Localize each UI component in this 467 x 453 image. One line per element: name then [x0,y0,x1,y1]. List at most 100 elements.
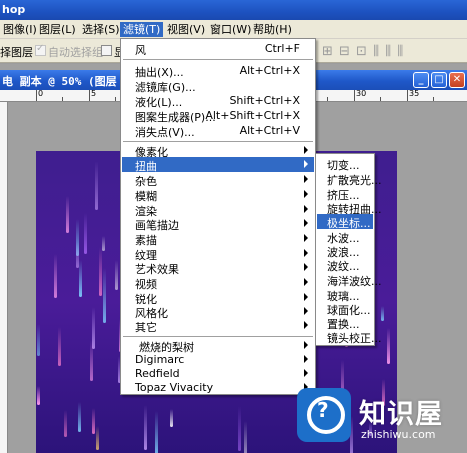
submenu-item-ocean-ripple[interactable]: 海洋波纹... [317,272,382,288]
menu-item-render[interactable]: 渲染 [122,202,314,218]
menu-item-label: 消失点(V)... [135,126,195,139]
submenu-item-polar-coordinates[interactable]: 极坐标... [317,214,373,230]
submenu-item-glass[interactable]: 玻璃... [317,287,373,303]
menu-item-distort[interactable]: 扭曲 [122,157,314,173]
menu-item-pattern-maker[interactable]: 图案生成器(P)... Alt+Shift+Ctrl+X [122,108,314,124]
menu-item-plugin-burning-pear[interactable]: 燃烧的梨树 [122,338,314,354]
menu-item-other[interactable]: 其它 [122,318,314,334]
menu-item-wind[interactable]: 风 Ctrl+F [122,41,314,57]
light-streak [95,161,98,210]
menu-item-label: Topaz Vivacity [135,381,214,394]
watermark-domain: zhishiwu.com [361,428,436,441]
submenu-item-ripple[interactable]: 波纹... [317,257,373,273]
submenu-arrow-icon [304,293,308,301]
menu-layer[interactable]: 图层(L) [36,22,79,37]
menu-window[interactable]: 窗口(W) [207,22,254,37]
menu-item-digimarc[interactable]: Digimarc [122,352,314,367]
submenu-item-wave[interactable]: 波浪... [317,243,373,259]
menu-item-noise[interactable]: 杂色 [122,172,314,188]
light-streak [155,411,158,453]
menu-item-label: 其它 [135,321,157,334]
question-bubble-icon [297,388,351,442]
align-icons[interactable]: ⊞ ⊟ ⊡ ⫼ ⫼ ⫼ [322,44,404,59]
app-title: hop [2,3,26,16]
ruler-number: 30 [356,89,367,98]
light-streak [170,409,173,427]
menu-item-label: Digimarc [135,353,185,366]
menu-item-label: Redfield [135,367,180,380]
submenu-arrow-icon [304,234,308,242]
light-streak [37,324,40,356]
light-streak [84,213,87,254]
menu-item-sharpen[interactable]: 锐化 [122,290,314,306]
submenu-arrow-icon [304,146,308,154]
submenu-arrow-icon [304,307,308,315]
menu-item-shortcut: Shift+Ctrl+X [229,94,300,107]
watermark-brand: 知识屋 [359,399,443,430]
menu-bar: 图像(I) 图层(L) 选择(S) 滤镜(T) 视图(V) 窗口(W) 帮助(H… [0,20,467,39]
submenu-arrow-icon [304,160,308,168]
submenu-item-zigzag[interactable]: 水波... [317,229,373,245]
submenu-item-diffuse-glow[interactable]: 扩散亮光... [317,171,382,187]
menu-item-vanishing-point[interactable]: 消失点(V)... Alt+Ctrl+V [122,123,314,139]
light-streak [144,405,147,450]
submenu-item-spherize[interactable]: 球面化... [317,301,373,317]
menu-item-redfield[interactable]: Redfield [122,366,314,381]
submenu-arrow-icon [304,219,308,227]
submenu-item-shear[interactable]: 切变... [317,156,373,172]
light-streak [99,247,102,296]
light-streak [66,196,69,233]
close-button[interactable]: ✕ [449,72,465,88]
menu-item-filter-gallery[interactable]: 滤镜库(G)... [122,78,314,94]
ruler-number: 5 [91,89,97,98]
ruler-number: 35 [409,89,420,98]
light-streak [76,242,79,268]
submenu-item-lens-correction[interactable]: 镜头校正... [317,329,382,345]
auto-select-group-checkbox[interactable] [35,43,46,56]
menu-item-brush-strokes[interactable]: 画笔描边 [122,216,314,232]
menu-filter[interactable]: 滤镜(T) [120,22,164,37]
show-transform-checkbox[interactable] [101,45,112,56]
menu-help[interactable]: 帮助(H) [250,22,295,37]
submenu-arrow-icon [304,369,308,377]
menu-item-texture[interactable]: 纹理 [122,246,314,262]
light-streak [102,236,105,251]
light-streak [54,254,57,298]
menu-item-artistic[interactable]: 艺术效果 [122,260,314,276]
light-streak [103,268,106,323]
light-streak [244,421,247,453]
menu-item-liquify[interactable]: 液化(L)... Shift+Ctrl+X [122,93,314,109]
menu-item-blur[interactable]: 模糊 [122,187,314,203]
submenu-item-pinch[interactable]: 挤压... [317,186,373,202]
submenu-arrow-icon [304,355,308,363]
distort-submenu: 切变... 扩散亮光... 挤压... 旋转扭曲... 极坐标... 水波...… [315,153,382,346]
menu-item-pixelate[interactable]: 像素化 [122,143,314,159]
submenu-arrow-icon [304,249,308,257]
submenu-arrow-icon [304,190,308,198]
menu-item-label: 镜头校正... [327,332,382,345]
menu-item-shortcut: Alt+Ctrl+X [239,64,300,77]
ruler-number: 0 [38,89,44,98]
menu-image[interactable]: 图像(I) [0,22,40,37]
submenu-item-displace[interactable]: 置换... [317,315,373,331]
light-streak [78,402,81,432]
menu-item-video[interactable]: 视频 [122,275,314,291]
light-streak [58,327,61,366]
app-title-bar: hop [0,0,467,20]
menu-item-extract[interactable]: 抽出(X)... Alt+Ctrl+X [122,63,314,79]
light-streak [115,260,118,290]
submenu-item-twirl[interactable]: 旋转扭曲... [317,200,382,216]
submenu-arrow-icon [304,341,308,349]
menu-view[interactable]: 视图(V) [164,22,208,37]
minimize-button[interactable]: _ [413,72,429,88]
light-streak [92,408,95,434]
maximize-button[interactable]: □ [431,72,447,88]
light-streak [96,426,99,450]
menu-select[interactable]: 选择(S) [79,22,123,37]
submenu-arrow-icon [304,321,308,329]
light-streak [387,328,390,364]
menu-item-topaz-vivacity[interactable]: Topaz Vivacity [122,380,314,395]
menu-item-sketch[interactable]: 素描 [122,231,314,247]
menu-item-stylize[interactable]: 风格化 [122,304,314,320]
light-streak [238,406,241,451]
